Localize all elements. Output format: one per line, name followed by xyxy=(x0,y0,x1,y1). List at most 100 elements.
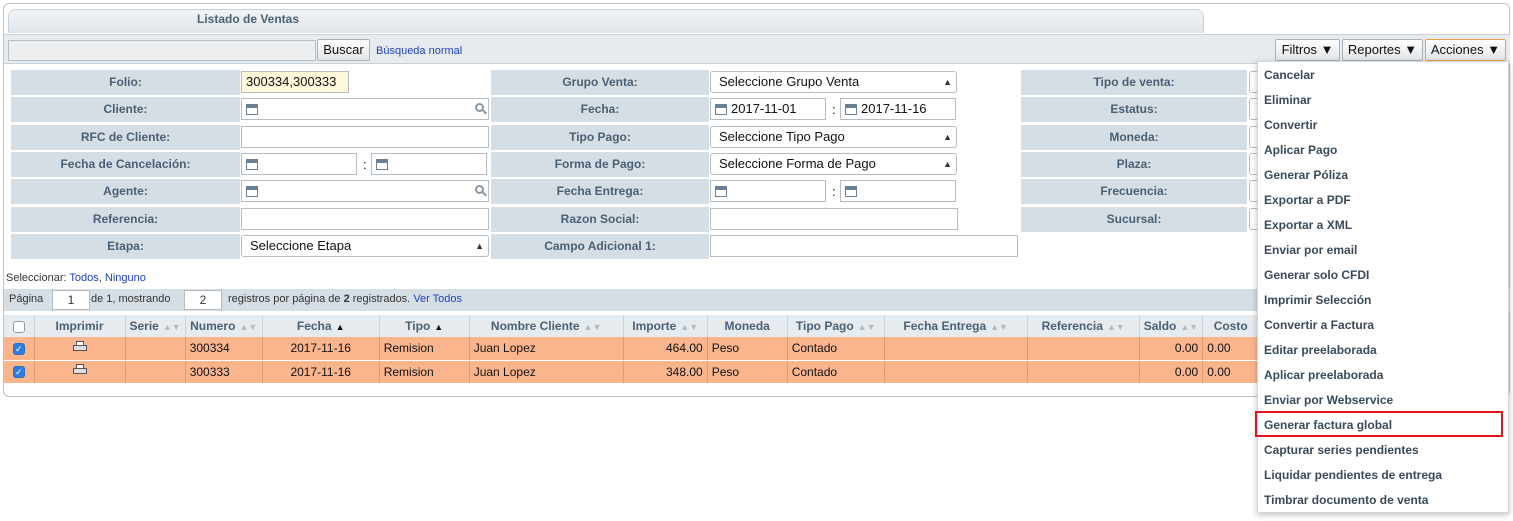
checkbox[interactable]: ✓ xyxy=(12,366,25,379)
menu-item-liquidar-pendientes[interactable]: Liquidar pendientes de entrega xyxy=(1264,463,1442,488)
checkbox[interactable]: ✓ xyxy=(12,343,25,356)
agente-field[interactable] xyxy=(241,180,489,202)
grupo-select[interactable]: Seleccione Grupo Venta ▲ xyxy=(710,71,957,93)
folio-field[interactable]: 300334,300333 xyxy=(241,71,349,93)
menu-item-cancelar[interactable]: Cancelar xyxy=(1264,63,1315,88)
menu-item-aplicar-preelaborada[interactable]: Aplicar preelaborada xyxy=(1264,363,1383,388)
menu-item-convertir[interactable]: Convertir xyxy=(1264,113,1317,138)
calendar-icon[interactable] xyxy=(845,104,857,115)
menu-item-convertir-factura[interactable]: Convertir a Factura xyxy=(1264,313,1374,338)
calendar-icon[interactable] xyxy=(845,186,857,197)
row-checkbox-cell[interactable]: ✓ xyxy=(4,337,35,361)
menu-item-editar-preelaborada[interactable]: Editar preelaborada xyxy=(1264,338,1377,363)
sort-icon[interactable]: ▲▼ xyxy=(1180,322,1198,332)
saldo-cell[interactable]: 0.00 xyxy=(1139,360,1204,384)
col-importe[interactable]: Importe ▲▼ xyxy=(623,315,708,337)
cancel-date-to[interactable] xyxy=(371,153,487,175)
sort-icon[interactable]: ▲▼ xyxy=(990,322,1008,332)
saldo-cell[interactable]: 0.00 xyxy=(1139,337,1204,361)
grupo-label: Grupo Venta: xyxy=(491,70,709,95)
menu-item-aplicar-pago[interactable]: Aplicar Pago xyxy=(1264,138,1337,163)
col-tipo-pago[interactable]: Tipo Pago ▲▼ xyxy=(787,315,885,337)
sort-icon[interactable]: ▲ xyxy=(434,322,443,332)
select-all-link[interactable]: Todos xyxy=(69,272,98,284)
checkbox[interactable] xyxy=(12,320,25,333)
sort-icon[interactable]: ▲▼ xyxy=(239,322,257,332)
sort-icon[interactable]: ▲▼ xyxy=(584,322,602,332)
moneda-label: Moneda: xyxy=(1021,125,1247,150)
printer-icon[interactable] xyxy=(72,364,88,376)
col-serie[interactable]: Serie ▲▼ xyxy=(125,315,186,337)
menu-item-enviar-email[interactable]: Enviar por email xyxy=(1264,238,1357,263)
reports-button[interactable]: Reportes ▼ xyxy=(1342,39,1423,61)
normal-search-link[interactable]: Búsqueda normal xyxy=(376,45,462,57)
search-input[interactable] xyxy=(8,40,316,61)
sort-icon[interactable]: ▲ xyxy=(336,322,345,332)
table-row[interactable]: ✓ 300333 2017-11-16 Remision Juan Lopez … xyxy=(4,360,1260,384)
menu-item-eliminar[interactable]: Eliminar xyxy=(1264,88,1311,113)
col-numero[interactable]: Numero ▲▼ xyxy=(185,315,263,337)
menu-item-exportar-xml[interactable]: Exportar a XML xyxy=(1264,213,1352,238)
menu-item-generar-poliza[interactable]: Generar Póliza xyxy=(1264,163,1348,188)
calendar-icon[interactable] xyxy=(246,159,258,170)
col-cliente[interactable]: Nombre Cliente ▲▼ xyxy=(469,315,624,337)
cancel-date-from[interactable] xyxy=(241,153,357,175)
select-all-checkbox-cell[interactable] xyxy=(4,315,35,337)
search-button[interactable]: Buscar xyxy=(317,39,370,61)
fecha-from-value: 2017-11-01 xyxy=(731,101,797,116)
rfc-field[interactable] xyxy=(241,126,489,148)
search-icon[interactable] xyxy=(475,185,484,194)
print-cell[interactable] xyxy=(34,360,126,384)
col-referencia[interactable]: Referencia ▲▼ xyxy=(1027,315,1140,337)
referencia-field[interactable] xyxy=(241,208,489,230)
col-fecha-entrega[interactable]: Fecha Entrega ▲▼ xyxy=(884,315,1028,337)
date-separator: : xyxy=(363,157,367,172)
etapa-select[interactable]: Seleccione Etapa ▲ xyxy=(241,235,489,257)
forma-pago-select[interactable]: Seleccione Forma de Pago ▲ xyxy=(710,153,957,175)
sort-icon[interactable]: ▲▼ xyxy=(163,322,181,332)
sort-icon[interactable]: ▲▼ xyxy=(1107,322,1125,332)
search-icon[interactable] xyxy=(475,103,484,112)
sort-icon[interactable]: ▲▼ xyxy=(858,322,876,332)
costo-cell: 0.00 xyxy=(1202,360,1260,384)
menu-item-capturar-series[interactable]: Capturar series pendientes xyxy=(1264,438,1419,463)
calendar-icon[interactable] xyxy=(715,186,727,197)
campo-field[interactable] xyxy=(710,235,1018,257)
col-fecha[interactable]: Fecha ▲ xyxy=(262,315,380,337)
importe-cell: 348.00 xyxy=(623,360,708,384)
view-all-link[interactable]: Ver Todos xyxy=(413,293,462,305)
col-tipo[interactable]: Tipo ▲ xyxy=(379,315,470,337)
page-input[interactable]: 1 xyxy=(52,290,90,310)
numero-cell[interactable]: 300333 xyxy=(185,360,263,384)
col-saldo[interactable]: Saldo ▲▼ xyxy=(1139,315,1204,337)
tipo-pago-select[interactable]: Seleccione Tipo Pago ▲ xyxy=(710,126,957,148)
select-none-link[interactable]: Ninguno xyxy=(105,272,146,284)
numero-cell[interactable]: 300334 xyxy=(185,337,263,361)
menu-item-exportar-pdf[interactable]: Exportar a PDF xyxy=(1264,188,1351,213)
entrega-from-field[interactable] xyxy=(710,180,826,202)
entrega-to-field[interactable] xyxy=(840,180,956,202)
razon-field[interactable] xyxy=(710,208,958,230)
calendar-icon[interactable] xyxy=(715,104,727,115)
col-moneda[interactable]: Moneda xyxy=(707,315,788,337)
table-row[interactable]: ✓ 300334 2017-11-16 Remision Juan Lopez … xyxy=(4,337,1260,361)
print-cell[interactable] xyxy=(34,337,126,361)
estatus-label: Estatus: xyxy=(1021,97,1247,122)
menu-item-imprimir-seleccion[interactable]: Imprimir Selección xyxy=(1264,288,1371,313)
menu-item-generar-cfdi[interactable]: Generar solo CFDI xyxy=(1264,263,1369,288)
calendar-icon[interactable] xyxy=(376,159,388,170)
sort-icon[interactable]: ▲▼ xyxy=(680,322,698,332)
row-checkbox-cell[interactable]: ✓ xyxy=(4,360,35,384)
select-arrows-icon: ▲ xyxy=(943,132,952,142)
col-label: Serie xyxy=(129,319,159,333)
printer-icon[interactable] xyxy=(72,340,88,353)
menu-item-enviar-webservice[interactable]: Enviar por Webservice xyxy=(1264,388,1393,413)
fecha-to-field[interactable]: 2017-11-16 xyxy=(840,98,956,120)
fecha-from-field[interactable]: 2017-11-01 xyxy=(710,98,826,120)
menu-item-timbrar-documento[interactable]: Timbrar documento de venta xyxy=(1264,488,1428,513)
per-page-input[interactable]: 2 xyxy=(184,290,222,310)
cliente-field[interactable] xyxy=(241,98,489,120)
filters-button[interactable]: Filtros ▼ xyxy=(1275,39,1340,61)
actions-button[interactable]: Acciones ▼ xyxy=(1425,39,1506,61)
col-costo[interactable]: Costo xyxy=(1202,315,1260,337)
